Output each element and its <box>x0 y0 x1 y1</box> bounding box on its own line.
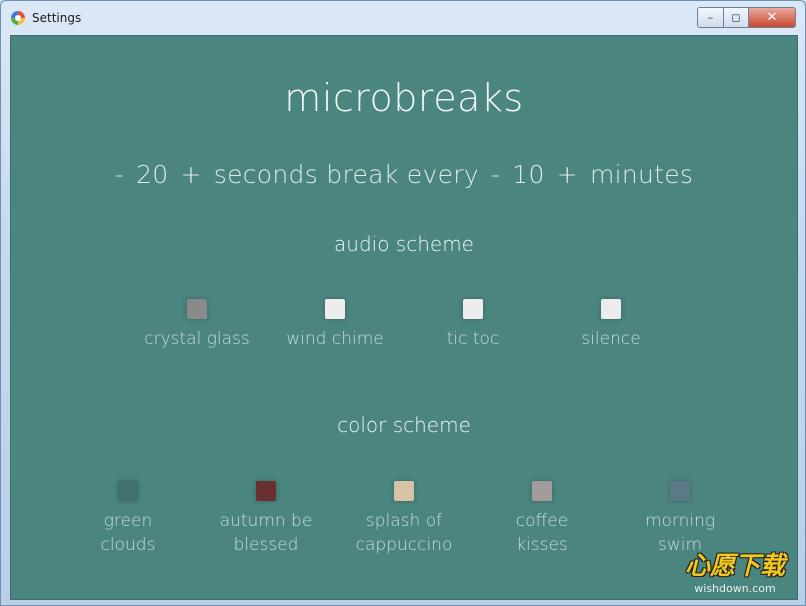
color-swatch[interactable] <box>670 481 690 501</box>
audio-option-wind-chime[interactable]: wind chime <box>265 299 405 351</box>
settings-window: Settings – ◻ ✕ microbreaks -20 + seconds b… <box>0 0 806 606</box>
color-swatch[interactable] <box>256 481 276 501</box>
close-button[interactable]: ✕ <box>749 8 795 27</box>
audio-option-label: silence <box>581 329 641 349</box>
color-option-label: autumn be blessed <box>196 509 336 557</box>
audio-option-tic-toc[interactable]: tic toc <box>403 299 543 351</box>
seconds-value: 20 <box>136 160 169 189</box>
color-option-label-line2: blessed <box>233 535 299 555</box>
audio-option-label: tic toc <box>446 329 500 349</box>
audio-swatch[interactable] <box>187 299 207 319</box>
window-controls: – ◻ ✕ <box>697 7 796 28</box>
minutes-decrement-button[interactable]: - <box>491 160 500 189</box>
watermark-logo: 心愿下载 wishdown.com <box>685 546 785 595</box>
audio-swatch[interactable] <box>601 299 621 319</box>
break-settings-row: -20 + seconds break every -10 + minutes <box>11 160 797 189</box>
minimize-button[interactable]: – <box>698 8 724 27</box>
color-option-label-line1: coffee <box>515 511 569 531</box>
color-option-label: splash of cappuccino <box>334 509 474 557</box>
color-option-label-line2: cappuccino <box>355 535 453 555</box>
color-swatch[interactable] <box>118 481 138 501</box>
color-option-label-line1: autumn be <box>219 511 313 531</box>
color-option-label-line1: morning <box>644 511 716 531</box>
audio-swatch[interactable] <box>325 299 345 319</box>
minutes-increment-button[interactable]: + <box>557 160 578 189</box>
color-option-green-clouds[interactable]: green clouds <box>58 481 198 557</box>
seconds-decrement-button[interactable]: - <box>115 160 124 189</box>
audio-swatch[interactable] <box>463 299 483 319</box>
minutes-unit-label: minutes <box>589 160 694 189</box>
color-option-splash-of-cappuccino[interactable]: splash of cappuccino <box>334 481 474 557</box>
app-icon <box>11 11 25 25</box>
color-option-label: coffee kisses <box>472 509 612 557</box>
audio-option-label: crystal glass <box>144 329 250 349</box>
window-title: Settings <box>32 11 82 25</box>
color-option-label: green clouds <box>58 509 198 557</box>
audio-option-label: wind chime <box>286 329 384 349</box>
seconds-increment-button[interactable]: + <box>181 160 202 189</box>
audio-scheme-heading: audio scheme <box>334 232 474 256</box>
color-option-label-line2: kisses <box>516 535 568 555</box>
minutes-value: 10 <box>512 160 545 189</box>
color-option-label-line2: clouds <box>100 535 156 555</box>
watermark-url: wishdown.com <box>694 582 776 595</box>
app-title: microbreaks <box>284 76 524 120</box>
settings-panel: microbreaks -20 + seconds break every -10 + m… <box>10 35 798 600</box>
color-option-label-line1: green <box>103 511 153 531</box>
break-every-label: seconds break every <box>213 160 479 189</box>
audio-option-crystal-glass[interactable]: crystal glass <box>127 299 267 351</box>
watermark-main: 心愿下载 <box>684 551 785 580</box>
color-swatch[interactable] <box>532 481 552 501</box>
color-swatch[interactable] <box>394 481 414 501</box>
color-scheme-heading: color scheme <box>337 413 471 437</box>
color-option-coffee-kisses[interactable]: coffee kisses <box>472 481 612 557</box>
color-option-label-line1: splash of <box>365 511 443 531</box>
audio-option-silence[interactable]: silence <box>541 299 681 351</box>
maximize-button[interactable]: ◻ <box>724 8 749 27</box>
title-bar[interactable]: Settings – ◻ ✕ <box>1 1 805 35</box>
color-option-autumn-be-blessed[interactable]: autumn be blessed <box>196 481 336 557</box>
